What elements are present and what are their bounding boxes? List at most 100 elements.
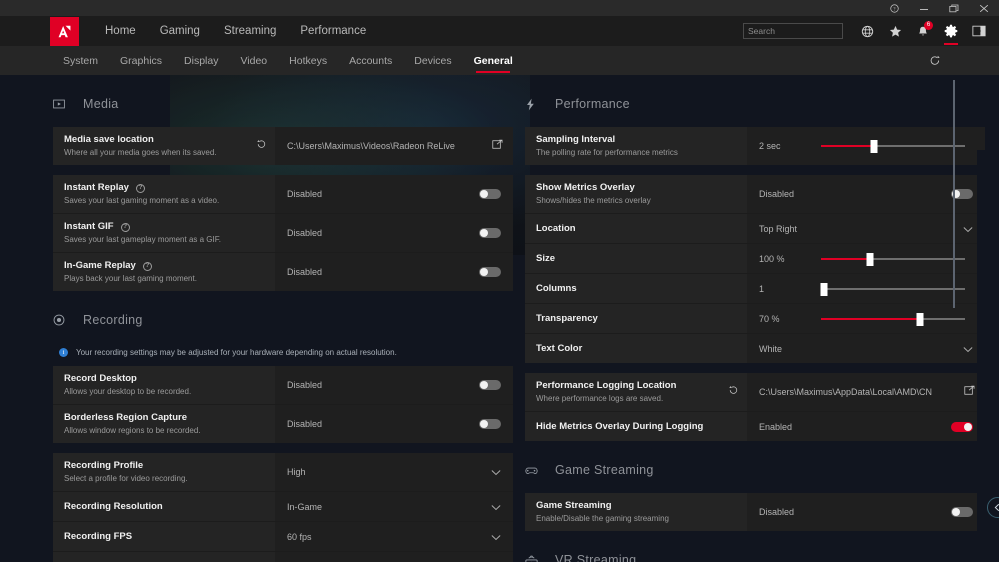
row-transparency[interactable]: Transparency 70 % <box>525 303 985 333</box>
slider-fill <box>821 317 921 320</box>
chevron-down-icon[interactable] <box>491 463 501 481</box>
minimize-button[interactable] <box>909 0 939 16</box>
toggle-record-desktop[interactable] <box>479 380 501 390</box>
row-value-area[interactable]: C:\Users\Maximus\Videos\Radeon ReLive <box>275 127 513 165</box>
chevron-down-icon[interactable] <box>963 340 973 358</box>
scrollbar-thumb[interactable] <box>953 80 955 308</box>
row-size[interactable]: Size 100 % <box>525 243 985 273</box>
tab-display[interactable]: Display <box>173 46 229 75</box>
row-text-color[interactable]: Text Color White <box>525 333 985 363</box>
row-recording-resolution[interactable]: Recording Resolution In-Game <box>53 491 513 521</box>
tab-accounts[interactable]: Accounts <box>338 46 403 75</box>
row-performance-logging-location[interactable]: Performance Logging Location Where perfo… <box>525 373 985 411</box>
row-label-area: Location <box>525 214 747 243</box>
row-value-area[interactable]: Top Right <box>747 214 985 243</box>
row-borderless-region-capture[interactable]: Borderless Region Capture Allows window … <box>53 404 513 443</box>
row-media-save-location[interactable]: Media save location Where all your media… <box>53 127 513 165</box>
restore-button[interactable] <box>939 0 969 16</box>
left-settings-column: Media Media save location Where all your… <box>53 75 513 562</box>
slider-sampling-interval[interactable] <box>821 139 965 153</box>
chevron-down-icon[interactable] <box>491 498 501 516</box>
content-scrollbar[interactable] <box>953 80 955 562</box>
bell-icon[interactable]: 6 <box>909 16 937 46</box>
tab-video[interactable]: Video <box>229 46 278 75</box>
panel-toggle-icon[interactable] <box>965 16 993 46</box>
row-instant-replay[interactable]: Instant Replay ? Saves your last gaming … <box>53 175 513 213</box>
star-icon[interactable] <box>881 16 909 46</box>
row-label-area: Record Desktop Allows your desktop to be… <box>53 366 275 404</box>
reset-icon[interactable] <box>256 137 267 155</box>
row-label-area: Performance Logging Location Where perfo… <box>525 373 747 411</box>
row-instant-gif[interactable]: Instant GIF ? Saves your last gameplay m… <box>53 213 513 252</box>
row-value-area[interactable]: C:\Users\Maximus\AppData\Local\AMD\CN <box>747 373 985 411</box>
row-columns[interactable]: Columns 1 <box>525 273 985 303</box>
tab-devices[interactable]: Devices <box>403 46 462 75</box>
row-hide-metrics-overlay-during-logging[interactable]: Hide Metrics Overlay During Logging Enab… <box>525 411 985 441</box>
chevron-down-icon[interactable] <box>491 558 501 562</box>
close-button[interactable] <box>969 0 999 16</box>
search-input[interactable] <box>748 26 859 36</box>
tab-system[interactable]: System <box>52 46 109 75</box>
toggle-instant-replay[interactable] <box>479 189 501 199</box>
row-recording-fps[interactable]: Recording FPS 60 fps <box>53 521 513 551</box>
row-sampling-interval[interactable]: Sampling Interval The polling rate for p… <box>525 127 985 165</box>
row-value: In-Game <box>287 501 323 512</box>
slider-knob[interactable] <box>870 140 878 153</box>
slider-transparency[interactable] <box>821 312 965 326</box>
chevron-down-icon[interactable] <box>491 528 501 546</box>
nav-link-streaming[interactable]: Streaming <box>212 25 288 37</box>
row-value-area[interactable]: In-Game <box>275 492 513 521</box>
row-value-area[interactable]: High <box>275 453 513 491</box>
row-value-area: 1 <box>747 274 985 303</box>
help-icon[interactable]: ? <box>135 183 145 193</box>
toggle-instant-gif[interactable] <box>479 228 501 238</box>
row-in-game-replay[interactable]: In-Game Replay ? Plays back your last ga… <box>53 252 513 291</box>
row-label: Location <box>536 222 576 234</box>
row-label: Hide Metrics Overlay During Logging <box>536 420 704 432</box>
slider-knob[interactable] <box>866 252 874 266</box>
section-header-recording: Recording <box>53 305 513 335</box>
search-box[interactable] <box>743 23 859 39</box>
row-value: Disabled <box>287 228 323 238</box>
nav-link-performance[interactable]: Performance <box>288 25 378 37</box>
row-value-area[interactable]: 60 fps <box>275 522 513 551</box>
chevron-down-icon[interactable] <box>963 220 973 238</box>
row-value: Disabled <box>287 189 323 199</box>
toggle-borderless-region-capture[interactable] <box>479 419 501 429</box>
open-folder-icon[interactable] <box>964 383 975 401</box>
toggle-in-game-replay[interactable] <box>479 267 501 277</box>
slider-knob[interactable] <box>820 282 828 296</box>
slider-knob[interactable] <box>916 312 924 326</box>
row-location[interactable]: Location Top Right <box>525 213 985 243</box>
row-label: Show Metrics Overlay <box>536 182 635 193</box>
nav-link-home[interactable]: Home <box>93 25 148 37</box>
slider-size[interactable] <box>821 252 965 266</box>
nav-link-gaming[interactable]: Gaming <box>148 25 212 37</box>
row-game-streaming[interactable]: Game Streaming Enable/Disable the gaming… <box>525 493 985 531</box>
tab-general[interactable]: General <box>463 46 524 75</box>
reset-icon[interactable] <box>728 383 739 401</box>
row-label-area: Columns <box>525 274 747 303</box>
row-value-area[interactable]: White <box>747 334 985 363</box>
amd-radeon-logo[interactable] <box>50 16 79 46</box>
help-icon[interactable]: ? <box>879 0 909 16</box>
row-show-metrics-overlay[interactable]: Show Metrics Overlay Shows/hides the met… <box>525 175 985 213</box>
tab-hotkeys[interactable]: Hotkeys <box>278 46 338 75</box>
gear-icon[interactable] <box>937 16 965 46</box>
open-folder-icon[interactable] <box>492 137 503 155</box>
row-recording-profile[interactable]: Recording Profile Select a profile for v… <box>53 453 513 491</box>
row-value-area[interactable]: AVC <box>275 552 513 562</box>
refresh-icon[interactable] <box>929 55 941 67</box>
row-video-encoding-type[interactable]: Video Encoding Type AVC <box>53 551 513 562</box>
tab-graphics[interactable]: Graphics <box>109 46 173 75</box>
row-value: Top Right <box>759 223 798 234</box>
media-group-replay: Instant Replay ? Saves your last gaming … <box>53 175 513 291</box>
game-streaming-group: Game Streaming Enable/Disable the gaming… <box>525 493 985 531</box>
slider-columns[interactable] <box>820 282 965 296</box>
help-icon[interactable]: ? <box>120 222 130 232</box>
globe-icon[interactable] <box>853 16 881 46</box>
row-label-area: Media save location Where all your media… <box>53 127 275 165</box>
help-icon[interactable]: ? <box>142 261 152 271</box>
section-title-performance: Performance <box>555 97 630 111</box>
row-record-desktop[interactable]: Record Desktop Allows your desktop to be… <box>53 366 513 404</box>
